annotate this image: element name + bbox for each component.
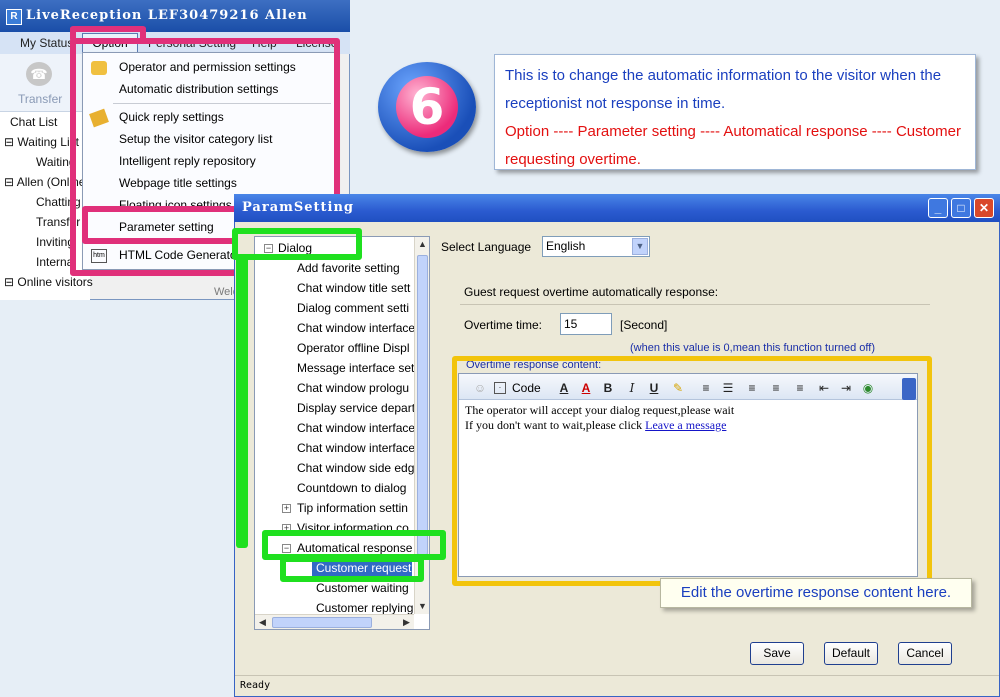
highlight-customer-requesting [280, 556, 424, 582]
highlight-dialog-node [232, 228, 362, 260]
highlight-connector [236, 256, 248, 548]
tree-node[interactable]: Chat window interface [297, 321, 415, 335]
tree-node-customer-waiting[interactable]: Customer waiting [316, 581, 409, 595]
maximize-button[interactable]: □ [951, 198, 971, 218]
tree-node[interactable]: Countdown to dialog [297, 481, 406, 495]
highlight-editor [452, 356, 932, 586]
tree-label: Online visitors [17, 275, 93, 289]
scroll-down-icon[interactable]: ▼ [415, 599, 430, 614]
menu-my-status[interactable]: My Status [20, 36, 73, 50]
overtime-time-input[interactable]: 15 [560, 313, 612, 335]
close-button[interactable]: ✕ [974, 198, 994, 218]
app-logo-icon: R [6, 9, 22, 25]
scroll-thumb[interactable] [272, 617, 372, 628]
dialog-title: ParamSetting [234, 194, 1000, 222]
main-window-title: LiveReception LEF30479216 Allen [0, 0, 350, 32]
tree-node[interactable]: Chat window title sett [297, 281, 410, 295]
scroll-thumb[interactable] [417, 255, 428, 555]
tree-node[interactable]: Chat window side edg [297, 461, 414, 475]
default-button[interactable]: Default [824, 642, 878, 665]
step-number: 6 [396, 76, 458, 138]
scroll-right-icon[interactable]: ▶ [399, 615, 414, 630]
cancel-button[interactable]: Cancel [898, 642, 952, 665]
tree-item-waiting-list[interactable]: ⊟ Waiting List [4, 135, 79, 149]
save-button[interactable]: Save [750, 642, 804, 665]
tree-node[interactable]: Operator offline Displ [297, 341, 410, 355]
chat-list-header[interactable]: Chat List [10, 115, 57, 129]
overtime-unit-label: [Second] [620, 318, 668, 332]
info-description: This is to change the automatic informat… [505, 67, 942, 112]
scroll-left-icon[interactable]: ◀ [255, 615, 270, 630]
tree-node[interactable]: Chat window prologu [297, 381, 409, 395]
group-divider [460, 304, 930, 305]
minimize-button[interactable]: _ [928, 198, 948, 218]
overtime-time-label: Overtime time: [464, 318, 543, 332]
tree-node[interactable]: Message interface sett [297, 361, 418, 375]
tree-item-online-visitors[interactable]: ⊟ Online visitors [4, 275, 93, 289]
overtime-group-heading: Guest request overtime automatically res… [464, 285, 719, 299]
info-navigation-path: Option ---- Parameter setting ---- Autom… [505, 123, 961, 168]
tree-node[interactable]: Chat window interface [297, 441, 415, 455]
edit-hint-callout: Edit the overtime response content here. [660, 578, 972, 608]
tree-node[interactable]: Tip information settin [297, 501, 408, 515]
chevron-down-icon[interactable]: ▼ [632, 238, 648, 255]
scroll-up-icon[interactable]: ▲ [415, 237, 430, 252]
tree-node[interactable]: Dialog comment setti [297, 301, 409, 315]
tree-node[interactable]: Chat window interface [297, 421, 415, 435]
tree-node[interactable]: Add favorite setting [297, 261, 400, 275]
tree-node[interactable]: Display service depart [297, 401, 415, 415]
status-bar: Ready [235, 675, 999, 696]
tree-item-inviting[interactable]: Inviting [36, 235, 74, 249]
expand-icon[interactable]: + [282, 504, 291, 513]
language-label: Select Language [441, 240, 532, 254]
overtime-hint: (when this value is 0,mean this function… [630, 342, 875, 354]
tree-horizontal-scrollbar[interactable]: ◀ ▶ [255, 614, 414, 629]
transfer-icon[interactable]: ☎ [26, 62, 52, 86]
transfer-label[interactable]: Transfer [18, 92, 62, 106]
tree-node-customer-replying[interactable]: Customer replying [316, 601, 413, 615]
info-box: This is to change the automatic informat… [494, 54, 976, 170]
